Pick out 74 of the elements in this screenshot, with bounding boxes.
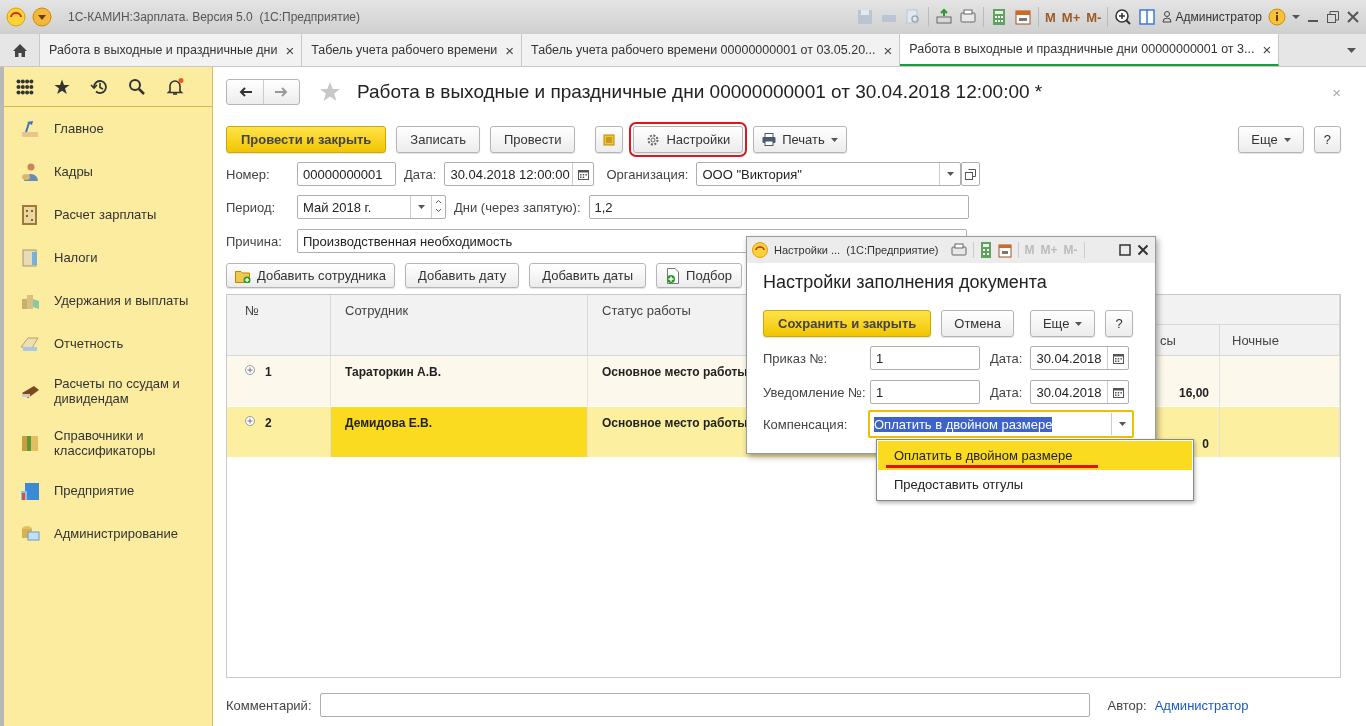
print-button[interactable]: Печать <box>753 126 847 153</box>
sidebar-item[interactable]: Администрирование <box>4 512 212 555</box>
table-cell: Тараторкин А.В. <box>331 356 588 407</box>
tab[interactable]: Работа в выходные и праздничные дни × <box>40 34 303 66</box>
days-field[interactable]: 1,2 <box>588 195 969 219</box>
sidebar-item[interactable]: Кадры <box>4 150 212 193</box>
sidebar-item[interactable]: Налоги <box>4 236 212 279</box>
sidebar-item[interactable]: Предприятие <box>4 469 212 512</box>
dialog-heading: Настройки заполнения документа <box>763 272 1048 294</box>
field-label: Автор: <box>1107 697 1147 713</box>
author-link[interactable]: Администратор <box>1154 697 1249 713</box>
dropdown-option[interactable]: Предоставить отгулы <box>878 470 1192 499</box>
field-label: Период: <box>226 199 277 215</box>
help-button[interactable]: ? <box>1313 126 1341 153</box>
tab-label: Табель учета рабочего времени <box>311 43 498 57</box>
tab-label: Табель учета рабочего времени 00000000001 от 03.05.20... <box>531 43 876 57</box>
column-header: Сотрудник <box>331 295 588 356</box>
selected-text: Оплатить в двойном размере <box>874 416 1053 432</box>
field-label: Дата: <box>990 384 1023 400</box>
close-tab-button[interactable]: × <box>505 41 515 59</box>
date-field[interactable]: 30.04.2018 <box>1030 346 1130 370</box>
date-field[interactable]: 30.04.2018 <box>1030 380 1130 404</box>
date-field[interactable]: 30.04.2018 12:00:00 <box>444 162 595 186</box>
sidebar-item[interactable]: Удержания и выплаты <box>4 279 212 322</box>
memory-button[interactable]: М <box>1045 9 1056 25</box>
field-label: Организация: <box>606 166 689 182</box>
close-tab-button[interactable]: × <box>285 41 295 59</box>
organization-field[interactable]: ООО "Виктория" <box>696 162 962 186</box>
memory-button[interactable]: М- <box>1086 9 1102 25</box>
close-tab-button[interactable]: × <box>1262 40 1272 58</box>
tab-label: Работа в выходные и праздничные дни <box>49 43 278 57</box>
row-number: 2 <box>265 416 272 430</box>
save-and-close-button[interactable]: Сохранить и закрыть <box>763 310 932 337</box>
more-button[interactable]: Еще <box>1029 310 1096 337</box>
add-employee-button[interactable]: Добавить сотрудника <box>226 263 395 288</box>
field-label: Дата: <box>990 350 1023 366</box>
table-cell: Демидова Е.В. <box>331 407 588 458</box>
toolbar-button[interactable]: Провести <box>489 126 576 153</box>
row-number: 1 <box>265 365 272 379</box>
post-and-close-button[interactable]: Провести и закрыть <box>226 126 387 153</box>
tab[interactable]: Табель учета рабочего времени 00000000001 от 03.05.20... × <box>522 34 901 66</box>
tab[interactable]: Работа в выходные и праздничные дни 00000000001 от 3... × <box>900 34 1280 66</box>
order-number-field[interactable]: 1 <box>870 346 980 370</box>
window-title: 1С-КАМИН:Зарплата. Версия 5.0 (1С:Предприятие) <box>68 10 361 24</box>
toolbar-button[interactable]: Добавить даты <box>529 263 647 288</box>
memory-button[interactable]: М+ <box>1061 9 1081 25</box>
more-button[interactable]: Еще <box>1238 126 1304 153</box>
notice-number-field[interactable]: 1 <box>870 380 980 404</box>
period-field[interactable]: Май 2018 г. <box>297 195 446 219</box>
sidebar-item[interactable]: Расчет зарплаты <box>4 193 212 236</box>
help-button[interactable]: ? <box>1105 310 1133 337</box>
sidebar-item[interactable]: Расчеты по ссудам и дивидендам <box>4 365 212 417</box>
field-label: Дата: <box>404 166 437 182</box>
tab-label: Работа в выходные и праздничные дни 00000000001 от 3... <box>909 42 1255 56</box>
sidebar-item[interactable]: Главное <box>4 107 212 150</box>
document-title: Работа в выходные и праздничные дни 00000000001 от 30.04.2018 12:00:00 * <box>357 81 1043 103</box>
field-label: Причина: <box>226 233 283 249</box>
column-header: Ночные <box>1220 325 1340 356</box>
number-field[interactable]: 00000000001 <box>297 162 396 186</box>
field-label: Комментарий: <box>226 697 312 713</box>
sidebar-item[interactable]: Справочники и классификаторы <box>4 417 212 469</box>
dropdown-option[interactable]: Оплатить в двойном размере <box>878 441 1192 470</box>
sidebar-item[interactable]: Отчетность <box>4 322 212 365</box>
pick-button[interactable]: Подбор <box>656 263 742 288</box>
dialog-title: Настройки ... (1С:Предприятие) <box>774 244 939 256</box>
field-label: Дни (через запятую): <box>454 199 581 215</box>
toolbar-button[interactable]: Добавить дату <box>405 263 520 288</box>
tab[interactable]: Табель учета рабочего времени × <box>302 34 523 66</box>
column-header: № <box>227 295 331 356</box>
toolbar-button[interactable]: Записать <box>396 126 480 153</box>
compensation-field[interactable]: Оплатить в двойном размере <box>868 410 1134 438</box>
cancel-button[interactable]: Отмена <box>941 310 1014 337</box>
field-label: Номер: <box>226 166 271 182</box>
close-tab-button[interactable]: × <box>883 41 893 59</box>
